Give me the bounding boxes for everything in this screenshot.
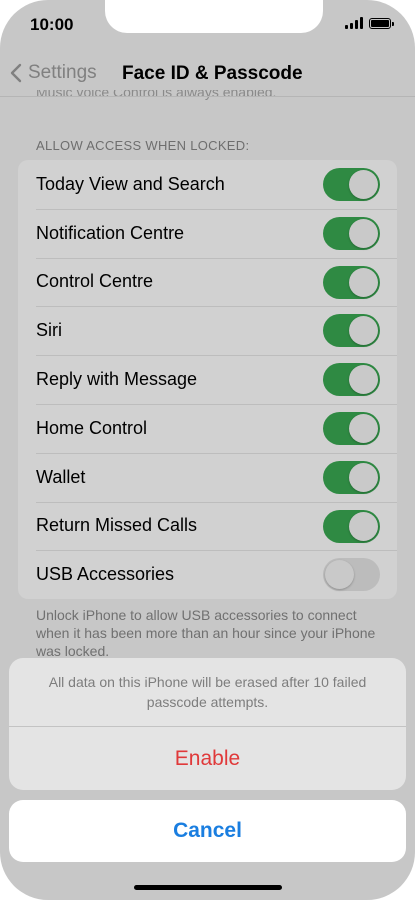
- toggle-knob: [349, 267, 378, 297]
- cellular-signal-icon: [345, 17, 363, 29]
- row-label: Home Control: [36, 417, 148, 438]
- toggle-knob: [325, 560, 354, 590]
- toggle-switch[interactable]: [323, 216, 380, 250]
- chevron-left-icon: [10, 63, 22, 83]
- cancel-button[interactable]: Cancel: [9, 800, 406, 862]
- row-label: Notification Centre: [36, 222, 185, 243]
- toggle-switch[interactable]: [323, 363, 380, 397]
- toggle-switch[interactable]: [323, 314, 380, 348]
- toggle-knob: [349, 462, 378, 492]
- toggle-knob: [349, 365, 378, 395]
- status-time: 10:00: [30, 15, 74, 34]
- settings-row: Siri: [18, 306, 397, 355]
- back-button[interactable]: Settings: [10, 62, 97, 84]
- toggle-switch[interactable]: [323, 509, 380, 543]
- row-label: Wallet: [36, 466, 86, 487]
- toggle-knob: [349, 413, 378, 443]
- enable-button[interactable]: Enable: [9, 727, 406, 790]
- page-title: Face ID & Passcode: [122, 63, 303, 84]
- settings-row: Today View and Search: [18, 160, 397, 209]
- settings-row: Return Missed Calls: [18, 501, 397, 551]
- toggle-switch[interactable]: [323, 558, 380, 592]
- toggle-switch[interactable]: [323, 168, 380, 201]
- usb-footer-note: Unlock iPhone to allow USB accessories t…: [36, 607, 376, 659]
- toggle-switch[interactable]: [323, 460, 380, 494]
- row-label: USB Accessories: [36, 564, 175, 585]
- navigation-bar: Settings Face ID & Passcode: [0, 50, 415, 94]
- settings-row: Control Centre: [18, 257, 397, 307]
- settings-row: USB Accessories: [18, 550, 397, 599]
- phone-screen: 10:00 Settings Face ID & Passcode Music …: [0, 0, 415, 900]
- row-label: Siri: [36, 320, 62, 341]
- toggle-knob: [349, 218, 378, 248]
- row-label: Today View and Search: [36, 173, 225, 194]
- toggle-knob: [349, 170, 378, 199]
- settings-row: Reply with Message: [18, 355, 397, 404]
- toggle-switch[interactable]: [323, 411, 380, 445]
- toggle-knob: [349, 511, 378, 541]
- home-indicator[interactable]: [134, 885, 282, 890]
- settings-row: Wallet: [18, 452, 397, 502]
- status-icons: [345, 17, 394, 29]
- toggle-knob: [349, 316, 378, 346]
- allow-access-group: Today View and Search Notification Centre…: [18, 160, 397, 600]
- action-sheet: All data on this iPhone will be erased a…: [9, 658, 406, 790]
- settings-row: Notification Centre: [18, 208, 397, 258]
- battery-icon: [369, 17, 394, 29]
- navbar-divider: [0, 96, 415, 97]
- section-header: ALLOW ACCESS WHEN LOCKED:: [36, 138, 250, 153]
- row-label: Return Missed Calls: [36, 515, 198, 536]
- row-label: Reply with Message: [36, 369, 198, 390]
- back-button-label: Settings: [28, 62, 97, 83]
- action-sheet-message: All data on this iPhone will be erased a…: [48, 674, 367, 710]
- settings-row: Home Control: [18, 403, 397, 453]
- notch: [105, 0, 323, 33]
- toggle-switch[interactable]: [323, 265, 380, 299]
- row-label: Control Centre: [36, 271, 154, 292]
